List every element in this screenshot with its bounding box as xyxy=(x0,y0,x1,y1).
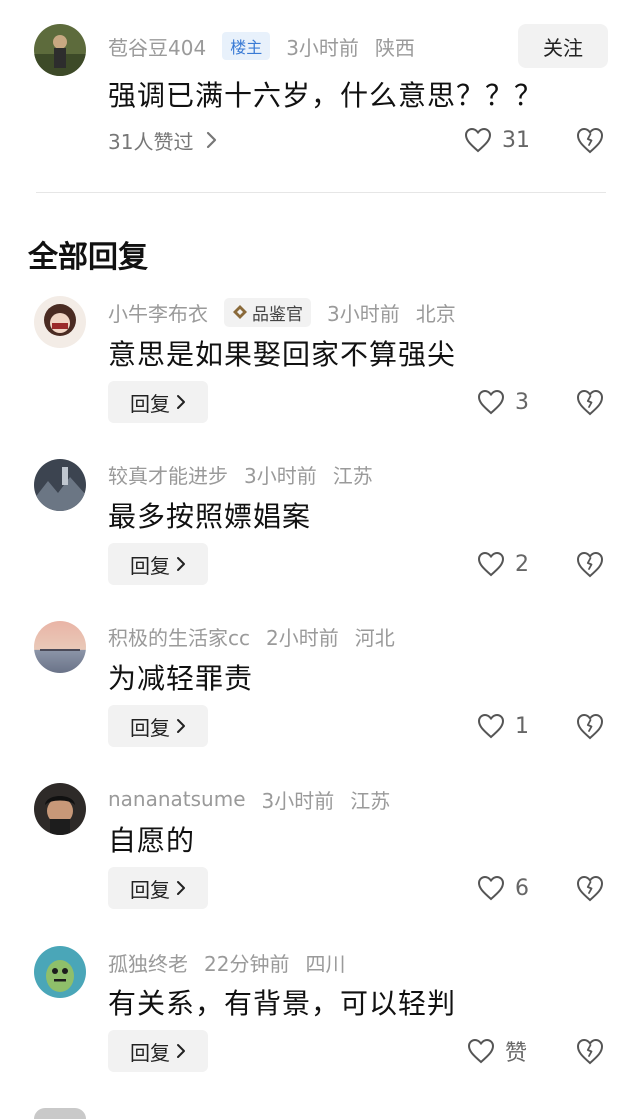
location: 四川 xyxy=(305,951,346,976)
timestamp: 3小时前 xyxy=(327,301,400,326)
reply-text: 意思是如果娶回家不算强尖 xyxy=(108,338,457,371)
timestamp: 22分钟前 xyxy=(204,951,290,976)
reply-item: 积极的生活家cc 2小时前 河北 为减轻罪责 回复 1 xyxy=(0,606,640,768)
broken-heart-icon[interactable] xyxy=(575,1036,605,1066)
owner-badge: 楼主 xyxy=(222,32,271,60)
reply-meta: 较真才能进步 3小时前 江苏 xyxy=(108,459,373,489)
chevron-right-icon xyxy=(177,1044,185,1058)
reply-button[interactable]: 回复 xyxy=(108,381,208,423)
avatar[interactable] xyxy=(34,24,86,76)
heart-outline-icon xyxy=(477,875,505,901)
chevron-right-icon xyxy=(177,395,185,409)
username[interactable]: 小牛李布衣 xyxy=(108,298,208,327)
reply-button-label: 回复 xyxy=(130,715,170,740)
avatar[interactable] xyxy=(34,459,86,511)
reply-button-label: 回复 xyxy=(130,1040,170,1065)
reply-item: nananatsume 3小时前 江苏 自愿的 回复 6 xyxy=(0,768,640,930)
heart-outline-icon xyxy=(464,127,492,153)
username[interactable]: 孤独终老 xyxy=(108,948,188,977)
like-count: 6 xyxy=(515,875,529,901)
broken-heart-icon[interactable] xyxy=(575,549,605,579)
like-count: 赞 xyxy=(505,1041,528,1066)
broken-heart-icon[interactable] xyxy=(575,387,605,417)
reply-meta: 孤独终老 22分钟前 四川 xyxy=(108,947,345,977)
divider xyxy=(36,192,606,193)
reply-meta: 小牛李布衣 品鉴官 3小时前 北京 xyxy=(108,297,456,327)
broken-heart-icon[interactable] xyxy=(575,711,605,741)
avatar[interactable] xyxy=(34,783,86,835)
location: 江苏 xyxy=(350,788,391,813)
like-button[interactable]: 1 xyxy=(477,709,529,743)
location: 陕西 xyxy=(374,35,415,60)
reply-button[interactable]: 回复 xyxy=(108,705,208,747)
timestamp: 3小时前 xyxy=(244,463,317,488)
username[interactable]: nananatsume xyxy=(108,787,246,811)
likers-label: 31人赞过 xyxy=(108,129,194,154)
follow-button[interactable]: 关注 xyxy=(518,24,608,68)
username[interactable]: 积极的生活家cc xyxy=(108,622,250,651)
chevron-right-icon xyxy=(177,557,185,571)
like-button[interactable]: 6 xyxy=(477,871,529,905)
avatar[interactable] xyxy=(34,296,86,348)
judge-badge-label: 品鉴官 xyxy=(252,304,303,325)
location: 河北 xyxy=(354,625,395,650)
diamond-badge-icon xyxy=(233,305,247,319)
heart-outline-icon xyxy=(477,713,505,739)
reply-meta: nananatsume 3小时前 江苏 xyxy=(108,784,390,814)
reply-item: 较真才能进步 3小时前 江苏 最多按照嫖娼案 回复 2 xyxy=(0,444,640,606)
section-title: 全部回复 xyxy=(28,240,148,275)
like-count: 2 xyxy=(515,551,529,577)
heart-outline-icon xyxy=(477,389,505,415)
avatar[interactable] xyxy=(34,621,86,673)
like-count: 31 xyxy=(502,127,530,153)
heart-outline-icon xyxy=(477,551,505,577)
comment-meta: 苞谷豆404 楼主 3小时前 陕西 xyxy=(108,31,415,61)
like-button[interactable]: 3 xyxy=(477,385,529,419)
reply-text: 有关系，有背景，可以轻判 xyxy=(108,987,457,1020)
location: 北京 xyxy=(415,301,456,326)
comment-text: 强调已满十六岁，什么意思？？？ xyxy=(108,79,544,112)
reply-button-label: 回复 xyxy=(130,391,170,416)
timestamp: 2小时前 xyxy=(266,625,339,650)
broken-heart-icon[interactable] xyxy=(575,125,605,155)
reply-button[interactable]: 回复 xyxy=(108,1030,208,1072)
reply-text: 为减轻罪责 xyxy=(108,662,254,695)
likers-link[interactable]: 31人赞过 xyxy=(108,124,217,156)
broken-heart-icon[interactable] xyxy=(575,873,605,903)
reply-button[interactable]: 回复 xyxy=(108,867,208,909)
judge-badge: 品鉴官 xyxy=(224,297,311,327)
heart-outline-icon xyxy=(467,1038,495,1064)
chevron-right-icon xyxy=(207,131,217,149)
timestamp: 3小时前 xyxy=(286,35,359,60)
reply-text: 自愿的 xyxy=(108,824,196,857)
reply-item: 小牛李布衣 品鉴官 3小时前 北京 意思是如果娶回家不算强尖 回复 3 xyxy=(0,282,640,444)
chevron-right-icon xyxy=(177,719,185,733)
avatar[interactable] xyxy=(34,1108,86,1119)
reply-item: 孤独终老 22分钟前 四川 有关系，有背景，可以轻判 回复 赞 xyxy=(0,931,640,1093)
reply-button-label: 回复 xyxy=(130,877,170,902)
reply-button-label: 回复 xyxy=(130,553,170,578)
avatar[interactable] xyxy=(34,946,86,998)
chevron-right-icon xyxy=(177,881,185,895)
like-button[interactable]: 赞 xyxy=(467,1034,527,1068)
like-count: 3 xyxy=(515,389,529,415)
timestamp: 3小时前 xyxy=(261,788,335,813)
like-button[interactable]: 2 xyxy=(477,547,529,581)
location: 江苏 xyxy=(332,463,373,488)
like-count: 1 xyxy=(515,713,529,739)
reply-text: 最多按照嫖娼案 xyxy=(108,500,312,533)
reply-meta: 积极的生活家cc 2小时前 河北 xyxy=(108,621,395,651)
like-button[interactable]: 31 xyxy=(464,123,530,157)
username[interactable]: 苞谷豆404 xyxy=(108,32,206,61)
username[interactable]: 较真才能进步 xyxy=(108,460,228,489)
main-comment: 苞谷豆404 楼主 3小时前 陕西 关注 强调已满十六岁，什么意思？？？ 31人… xyxy=(0,0,640,193)
reply-button[interactable]: 回复 xyxy=(108,543,208,585)
